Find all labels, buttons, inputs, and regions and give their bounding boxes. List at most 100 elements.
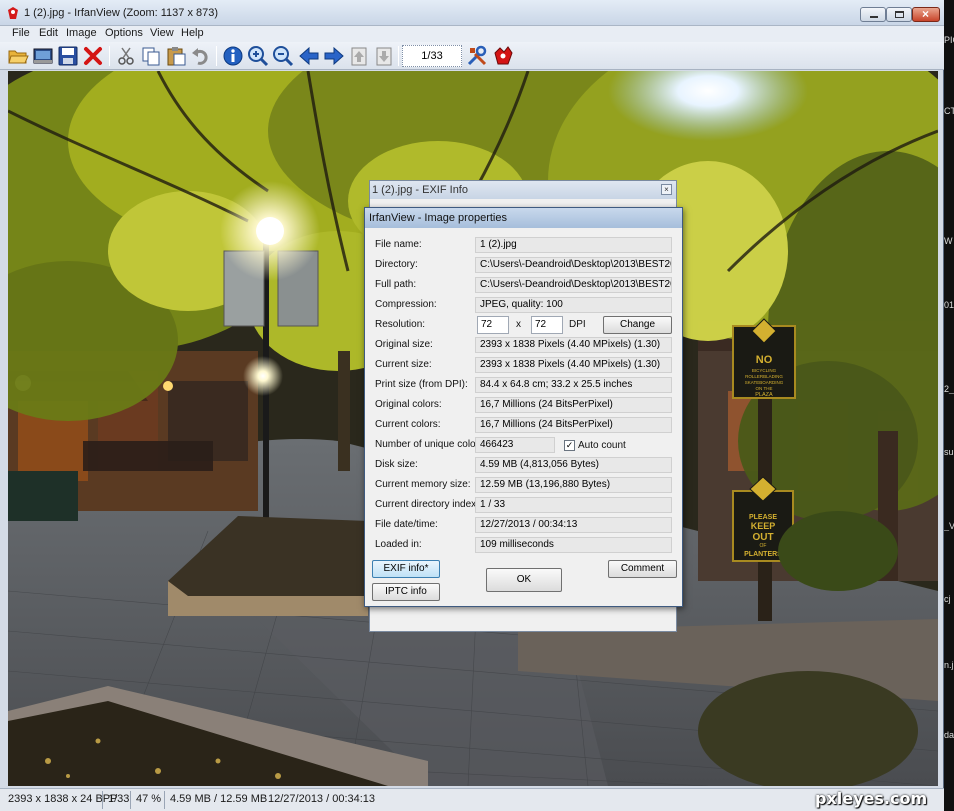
- properties-dialog-titlebar[interactable]: IrfanView - Image properties: [365, 208, 682, 228]
- memory-size-value: 12.59 MB (13,196,880 Bytes): [475, 477, 672, 493]
- resolution-label: Resolution:: [375, 319, 426, 330]
- unique-colors-value: 466423: [475, 437, 555, 453]
- properties-dialog-title: IrfanView - Image properties: [369, 212, 507, 224]
- first-page-icon[interactable]: [348, 45, 370, 67]
- open-folder-icon[interactable]: [7, 45, 29, 67]
- window-title: 1 (2).jpg - IrfanView (Zoom: 1137 x 873): [24, 7, 219, 19]
- sign1-line: ON THE: [756, 386, 773, 391]
- resolution-y-input[interactable]: 72: [531, 316, 563, 334]
- image-properties-dialog[interactable]: IrfanView - Image properties File name: …: [364, 207, 683, 607]
- status-sizes: 4.59 MB / 12.59 MB: [170, 793, 268, 805]
- status-separator: [102, 791, 103, 809]
- minimize-icon: [870, 16, 878, 18]
- zoom-in-icon[interactable]: [247, 45, 269, 67]
- checkmark-icon: ✓: [565, 440, 574, 450]
- slideshow-icon[interactable]: [32, 45, 54, 67]
- undo-icon[interactable]: [190, 45, 212, 67]
- zoom-out-icon[interactable]: [272, 45, 294, 67]
- maximize-button[interactable]: [886, 7, 912, 22]
- info-icon[interactable]: [222, 45, 244, 67]
- title-bar[interactable]: 1 (2).jpg - IrfanView (Zoom: 1137 x 873)…: [0, 0, 944, 26]
- disk-size-label: Disk size:: [375, 459, 418, 470]
- resolution-unit: DPI: [569, 319, 586, 330]
- last-page-icon[interactable]: [373, 45, 395, 67]
- original-size-label: Original size:: [375, 339, 433, 350]
- menu-bar: File Edit Image Options View Help: [0, 26, 944, 42]
- exif-dialog-title: 1 (2).jpg - EXIF Info: [372, 184, 468, 196]
- status-separator: [130, 791, 131, 809]
- auto-count-label: Auto count: [578, 440, 626, 451]
- loaded-in-value: 109 milliseconds: [475, 537, 672, 553]
- cut-icon[interactable]: [115, 45, 137, 67]
- paste-icon[interactable]: [165, 45, 187, 67]
- menu-file[interactable]: File: [8, 27, 34, 39]
- file-name-label: File name:: [375, 239, 422, 250]
- comment-button[interactable]: Comment: [608, 560, 677, 578]
- full-path-label: Full path:: [375, 279, 417, 290]
- desktop-text: 01: [944, 300, 954, 310]
- watermark: pxleyes.com: [815, 789, 928, 808]
- full-path-value: C:\Users\-Deandroid\Desktop\2013\BEST201…: [475, 277, 672, 293]
- next-icon[interactable]: [323, 45, 345, 67]
- directory-index-label: Current directory index:: [375, 499, 479, 510]
- previous-icon[interactable]: [298, 45, 320, 67]
- close-icon: ×: [664, 185, 669, 194]
- desktop-text: cj: [944, 594, 951, 604]
- menu-image[interactable]: Image: [62, 27, 101, 39]
- memory-size-label: Current memory size:: [375, 479, 471, 490]
- sign2-line: PLANTERS: [744, 551, 782, 558]
- settings-icon[interactable]: [466, 45, 488, 67]
- irfanview-window: 1 (2).jpg - IrfanView (Zoom: 1137 x 873)…: [0, 0, 944, 811]
- sign1-line: ROLLERBLADING: [745, 374, 783, 379]
- status-datetime: 12/27/2013 / 00:34:13: [268, 793, 376, 805]
- exif-close-button[interactable]: ×: [661, 184, 672, 195]
- sign1-line: PLAZA: [755, 392, 773, 398]
- exif-dialog-titlebar[interactable]: 1 (2).jpg - EXIF Info ×: [370, 181, 676, 199]
- auto-count-checkbox[interactable]: ✓: [564, 440, 575, 451]
- sign2-line: OUT: [752, 532, 773, 543]
- irfanview-icon[interactable]: [492, 45, 514, 67]
- current-size-value: 2393 x 1838 Pixels (4.40 MPixels) (1.30): [475, 357, 672, 373]
- sign1-line: BICYCLING: [752, 368, 777, 373]
- current-colors-value: 16,7 Millions (24 BitsPerPixel): [475, 417, 672, 433]
- change-resolution-button[interactable]: Change: [603, 316, 672, 334]
- menu-edit[interactable]: Edit: [35, 27, 62, 39]
- resolution-x-input[interactable]: 72: [477, 316, 509, 334]
- unique-colors-label: Number of unique colors:: [375, 439, 487, 450]
- status-bar: 2393 x 1838 x 24 BPP 1/33 47 % 4.59 MB /…: [0, 788, 944, 811]
- compression-value: JPEG, quality: 100: [475, 297, 672, 313]
- desktop-text: 2_: [944, 384, 954, 394]
- page-counter: 1/33: [402, 45, 462, 67]
- desktop-text: CT: [944, 106, 954, 116]
- minimize-button[interactable]: [860, 7, 886, 22]
- status-index: 1/33: [108, 793, 130, 805]
- iptc-info-button[interactable]: IPTC info: [372, 583, 440, 601]
- desktop-text: da: [944, 730, 954, 740]
- menu-help[interactable]: Help: [177, 27, 208, 39]
- directory-label: Directory:: [375, 259, 418, 270]
- save-icon[interactable]: [57, 45, 79, 67]
- sign1-title: NO: [756, 354, 773, 366]
- irfanview-app-icon: [8, 7, 18, 19]
- status-zoom: 47 %: [136, 793, 162, 805]
- maximize-icon: [895, 11, 904, 18]
- copy-icon[interactable]: [140, 45, 162, 67]
- background-desktop-strip: PIC CT W 01 2_ su _V cj n.j da: [944, 0, 954, 811]
- desktop-text: su: [944, 447, 954, 457]
- print-size-value: 84.4 x 64.8 cm; 33.2 x 25.5 inches: [475, 377, 672, 393]
- toolbar-separator: [109, 46, 110, 66]
- close-button[interactable]: ×: [912, 7, 940, 22]
- menu-options[interactable]: Options: [101, 27, 147, 39]
- original-size-value: 2393 x 1838 Pixels (4.40 MPixels) (1.30): [475, 337, 672, 353]
- sign2-line: KEEP: [751, 521, 776, 531]
- menu-view[interactable]: View: [146, 27, 178, 39]
- file-datetime-label: File date/time:: [375, 519, 438, 530]
- current-colors-label: Current colors:: [375, 419, 441, 430]
- print-size-label: Print size (from DPI):: [375, 379, 468, 390]
- disk-size-value: 4.59 MB (4,813,056 Bytes): [475, 457, 672, 473]
- sign2-line: OF: [760, 543, 767, 549]
- ok-button[interactable]: OK: [486, 568, 562, 592]
- original-colors-label: Original colors:: [375, 399, 442, 410]
- delete-icon[interactable]: [82, 45, 104, 67]
- exif-info-button[interactable]: EXIF info*: [372, 560, 440, 578]
